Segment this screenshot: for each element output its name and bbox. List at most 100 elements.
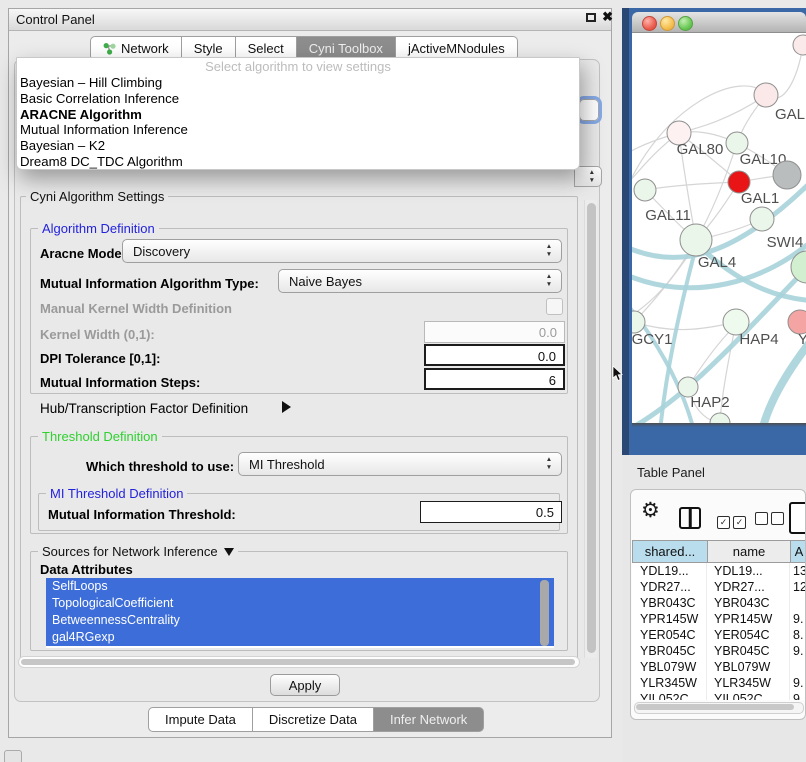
control-panel-tabbar: Network Style Select Cyni Toolbox jActiv… (90, 36, 518, 59)
tab-discretize-data-label: Discretize Data (269, 709, 357, 730)
hub-section-label[interactable]: Hub/Transcription Factor Definition (40, 401, 248, 416)
network-node[interactable] (632, 311, 645, 333)
scrollbar-thumb[interactable] (636, 704, 794, 710)
kernel-width-field[interactable]: 0.0 (424, 321, 565, 343)
close-icon[interactable]: ✖ (602, 9, 613, 25)
algorithm-dropdown-items: Bayesian – Hill ClimbingBasic Correlatio… (17, 75, 579, 170)
tab-discretize-data[interactable]: Discretize Data (253, 707, 374, 732)
column-header[interactable]: name (708, 540, 791, 563)
mi-threshold-field[interactable]: 0.5 (420, 501, 562, 523)
close-traffic-light-icon[interactable] (642, 16, 657, 31)
tab-infer-network[interactable]: Infer Network (374, 707, 484, 732)
network-node[interactable] (680, 224, 712, 256)
table-row[interactable]: YBL079WYBL079W (632, 659, 806, 675)
unselect-all-columns-button[interactable] (755, 512, 787, 530)
table-row[interactable]: YBR043CYBR043C (632, 595, 806, 611)
control-panel-title: Control Panel (16, 12, 95, 27)
algorithm-definition-title: Algorithm Definition (38, 221, 159, 236)
column-header[interactable]: shared... (633, 540, 708, 563)
mi-steps-field[interactable]: 6 (424, 368, 565, 390)
network-edge[interactable] (762, 337, 806, 423)
table-row[interactable]: YDR27...YDR27...12 (632, 579, 806, 595)
algorithm-option[interactable]: ARACNE Algorithm (17, 107, 579, 123)
network-node-label: GAL (775, 106, 805, 123)
data-attribute-item[interactable]: TopologicalCoefficient (46, 595, 554, 612)
network-canvas[interactable]: GALGAL80GAL10GAL1GAL11SWI4GAL4GCY1HAP4YH… (632, 33, 806, 423)
table-horizontal-scrollbar[interactable] (634, 702, 804, 714)
select-all-columns-button[interactable]: ✓✓ (717, 512, 749, 530)
algorithm-option[interactable]: Bayesian – K2 (17, 138, 579, 154)
aracne-mode-select[interactable]: Discovery ▲▼ (122, 239, 562, 263)
table-row[interactable]: YPR145WYPR145W9. (632, 611, 806, 627)
export-table-file-icon[interactable] (789, 502, 806, 534)
table-row[interactable]: YER054CYER054C8. (632, 627, 806, 643)
network-node[interactable] (793, 35, 806, 55)
table-cell (790, 595, 806, 611)
algorithm-option[interactable]: Mutual Information Inference (17, 122, 579, 138)
manual-kernel-label: Manual Kernel Width Definition (40, 301, 232, 316)
data-attributes-list[interactable]: SelfLoopsTopologicalCoefficientBetweenne… (46, 578, 554, 648)
data-attributes-label: Data Attributes (40, 562, 133, 577)
network-node-label: GAL11 (645, 207, 691, 224)
expand-arrow-icon[interactable] (282, 401, 291, 413)
float-window-icon[interactable] (586, 13, 596, 22)
network-node-label: Y (798, 331, 806, 348)
table-cell: YLR345W (632, 675, 707, 691)
network-edge[interactable] (634, 322, 736, 330)
minimize-traffic-light-icon[interactable] (660, 16, 675, 31)
which-threshold-select[interactable]: MI Threshold ▲▼ (238, 452, 562, 476)
network-node[interactable] (773, 161, 801, 189)
kernel-width-label: Kernel Width (0,1): (40, 327, 155, 342)
threshold-definition-title: Threshold Definition (38, 429, 162, 444)
scrollbar-thumb[interactable] (21, 659, 575, 665)
table-panel-title: Table Panel (637, 465, 705, 480)
collapsed-panel-button[interactable] (4, 750, 22, 762)
table-cell: 9. (790, 691, 806, 700)
sources-title[interactable]: Sources for Network Inference (38, 544, 238, 559)
data-attribute-item[interactable]: gal4RGexp (46, 629, 554, 646)
screen: Control Panel ✖ Network Style Select Cyn… (0, 0, 806, 762)
table-cell: 13 (790, 563, 806, 579)
table-cell: YLR345W (707, 675, 790, 691)
show-columns-icon[interactable] (679, 507, 701, 529)
network-node[interactable] (750, 207, 774, 231)
settings-vertical-scrollbar[interactable] (584, 200, 597, 658)
attributes-list-scrollbar[interactable] (540, 580, 549, 646)
column-header[interactable]: A (791, 540, 806, 563)
dpi-tolerance-field[interactable]: 0.0 (424, 344, 565, 366)
table-row[interactable]: YLR345WYLR345W9. (632, 675, 806, 691)
unchecked-checkbox-icon (771, 512, 784, 525)
tab-impute-data[interactable]: Impute Data (148, 707, 253, 732)
network-edge[interactable] (679, 95, 766, 133)
table-cell: YER054C (707, 627, 790, 643)
network-node[interactable] (634, 179, 656, 201)
network-node[interactable] (710, 413, 730, 423)
scrollbar-thumb[interactable] (587, 203, 596, 653)
table-row[interactable]: YBR045CYBR045C9. (632, 643, 806, 659)
table-cell: YBR043C (707, 595, 790, 611)
settings-horizontal-scrollbar[interactable] (18, 656, 580, 668)
stepper-arrows-icon: ▲▼ (544, 456, 554, 472)
table-cell: YDL19... (632, 563, 707, 579)
table-cell: YBR043C (632, 595, 707, 611)
algorithm-option[interactable]: Basic Correlation Inference (17, 91, 579, 107)
network-node-label: HAP4 (739, 331, 778, 348)
table-row[interactable]: YIL052CYIL052C9. (632, 691, 806, 700)
data-attribute-item[interactable]: BetweennessCentrality (46, 612, 554, 629)
algorithm-option[interactable]: Bayesian – Hill Climbing (17, 75, 579, 91)
network-node[interactable] (754, 83, 778, 107)
cyni-bottom-tabbar: Impute Data Discretize Data Infer Networ… (148, 707, 484, 730)
zoom-traffic-light-icon[interactable] (678, 16, 693, 31)
data-attribute-item[interactable]: SelfLoops (46, 578, 554, 595)
table-row[interactable]: YDL19...YDL19...13 (632, 563, 806, 579)
apply-button[interactable]: Apply (270, 674, 340, 696)
mi-type-select[interactable]: Naive Bayes ▲▼ (278, 269, 562, 293)
network-window-titlebar[interactable] (632, 12, 806, 33)
network-node-label: HAP2 (690, 394, 729, 411)
algorithm-option[interactable]: Dream8 DC_TDC Algorithm (17, 154, 579, 170)
network-edge[interactable] (645, 182, 739, 190)
aracne-mode-label: Aracne Mode: (40, 246, 126, 261)
table-options-gear-icon[interactable]: ⚙ (641, 498, 660, 523)
manual-kernel-checkbox[interactable] (546, 298, 563, 315)
stepper-arrows-icon: ▲▼ (544, 273, 554, 289)
